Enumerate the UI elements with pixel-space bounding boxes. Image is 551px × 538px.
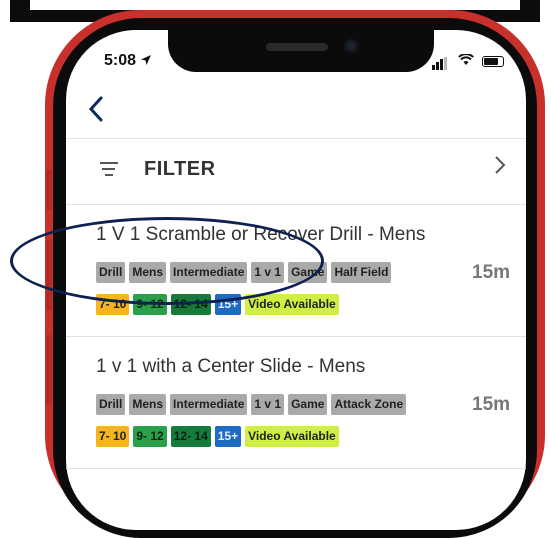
tag-age-9-12: 9- 12	[133, 426, 167, 447]
phone-notch	[168, 30, 434, 72]
wifi-icon	[458, 54, 474, 65]
volume-down-button	[46, 335, 52, 405]
annotation-ellipse	[10, 217, 324, 305]
drill-list-item[interactable]: 1 v 1 with a Center Slide - Mens Drill Me…	[66, 336, 526, 468]
divider	[66, 468, 526, 469]
tag-video-available: Video Available	[245, 294, 339, 315]
tag-area: Half Field	[331, 262, 392, 283]
drill-duration: 15m	[472, 394, 511, 415]
drill-duration: 15m	[472, 262, 511, 283]
chevron-left-icon	[88, 96, 103, 122]
filter-label: FILTER	[144, 158, 216, 180]
tag-format: 1 v 1	[251, 394, 285, 415]
speaker-grille	[266, 43, 328, 51]
tag-type: Drill	[96, 394, 126, 415]
status-time: 5:08	[104, 52, 152, 70]
drill-tags: Drill Mens Intermediate 1 v 1 Game Attack Zon…	[96, 394, 410, 415]
tag-age-7-10: 7- 10	[96, 426, 130, 447]
divider	[66, 138, 526, 139]
tag-age-15-plus: 15+	[214, 426, 242, 447]
back-button[interactable]	[88, 96, 104, 130]
drill-age-tags: 7- 10 9- 12 12- 14 15+ Video Available	[96, 426, 343, 447]
tag-video-available: Video Available	[245, 426, 339, 447]
drill-title: 1 v 1 with a Center Slide - Mens	[96, 356, 366, 377]
tag-gender: Mens	[129, 394, 167, 415]
front-camera	[344, 39, 358, 53]
filter-lines-icon	[100, 162, 118, 178]
cellular-signal-icon	[432, 52, 448, 70]
tag-age-12-14: 12- 14	[170, 426, 211, 447]
tag-area: Attack Zone	[331, 394, 407, 415]
chevron-right-icon	[494, 154, 506, 182]
battery-icon	[482, 56, 504, 67]
status-icons	[432, 52, 504, 70]
filter-row[interactable]: FILTER	[66, 140, 526, 204]
mute-switch	[46, 170, 52, 210]
tag-category: Game	[288, 394, 328, 415]
tag-level: Intermediate	[170, 394, 248, 415]
location-arrow-icon	[141, 55, 152, 65]
